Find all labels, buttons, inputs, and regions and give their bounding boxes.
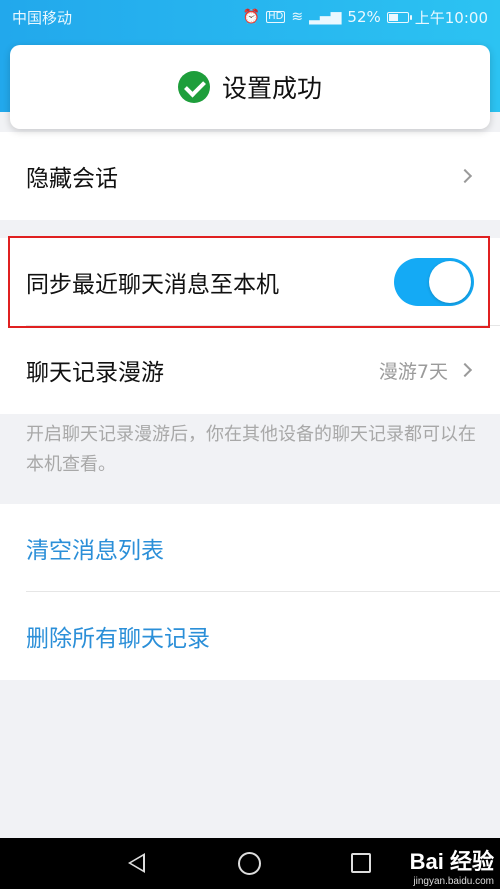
delete-all-row[interactable]: 删除所有聊天记录 — [0, 592, 500, 680]
signal-icon: ▂▄▆ — [309, 9, 342, 25]
hidden-chats-row[interactable]: 隐藏会话 — [0, 132, 500, 220]
sync-recent-label: 同步最近聊天消息至本机 — [26, 272, 279, 298]
actions-card: 清空消息列表 删除所有聊天记录 — [0, 504, 500, 680]
back-triangle-icon[interactable] — [128, 853, 145, 873]
success-toast: 设置成功 — [10, 45, 490, 129]
hidden-chats-label: 隐藏会话 — [26, 166, 118, 192]
roaming-label: 聊天记录漫游 — [26, 360, 164, 386]
sync-roaming-card: 同步最近聊天消息至本机 聊天记录漫游 漫游7天 — [0, 238, 500, 414]
recents-square-icon[interactable] — [351, 853, 371, 873]
delete-all-button[interactable]: 删除所有聊天记录 — [26, 619, 474, 653]
toggle-knob — [429, 261, 471, 303]
battery-icon — [386, 11, 412, 23]
clear-list-row[interactable]: 清空消息列表 — [0, 504, 500, 592]
chevron-right-icon — [457, 168, 473, 184]
alarm-clock-icon: ⏰ — [242, 9, 261, 25]
carrier-name: 中国移动 — [12, 8, 73, 27]
hidden-chats-card: 隐藏会话 — [0, 132, 500, 220]
hd-badge: HD — [266, 11, 286, 23]
roaming-hint: 开启聊天记录漫游后，你在其他设备的聊天记录都可以在本机查看。 — [26, 424, 476, 475]
home-circle-icon[interactable] — [238, 852, 261, 875]
roaming-value: 漫游7天 — [378, 360, 448, 383]
clock: 上午10:00 — [414, 8, 488, 27]
roaming-row[interactable]: 聊天记录漫游 漫游7天 — [0, 326, 500, 414]
watermark-url: jingyan.baidu.com — [413, 876, 494, 887]
baidu-watermark: Bai 经验 jingyan.baidu.com — [410, 844, 494, 887]
clear-list-button[interactable]: 清空消息列表 — [26, 531, 474, 565]
toast-message: 设置成功 — [221, 74, 322, 103]
sync-recent-toggle[interactable] — [394, 258, 474, 306]
chevron-right-icon — [457, 362, 473, 378]
battery-percent: 52% — [347, 8, 381, 26]
wifi-icon: ≋ — [291, 9, 304, 25]
check-circle-icon — [177, 71, 210, 103]
watermark-logo: Bai 经验 — [409, 849, 494, 874]
sync-recent-row: 同步最近聊天消息至本机 — [0, 238, 500, 326]
